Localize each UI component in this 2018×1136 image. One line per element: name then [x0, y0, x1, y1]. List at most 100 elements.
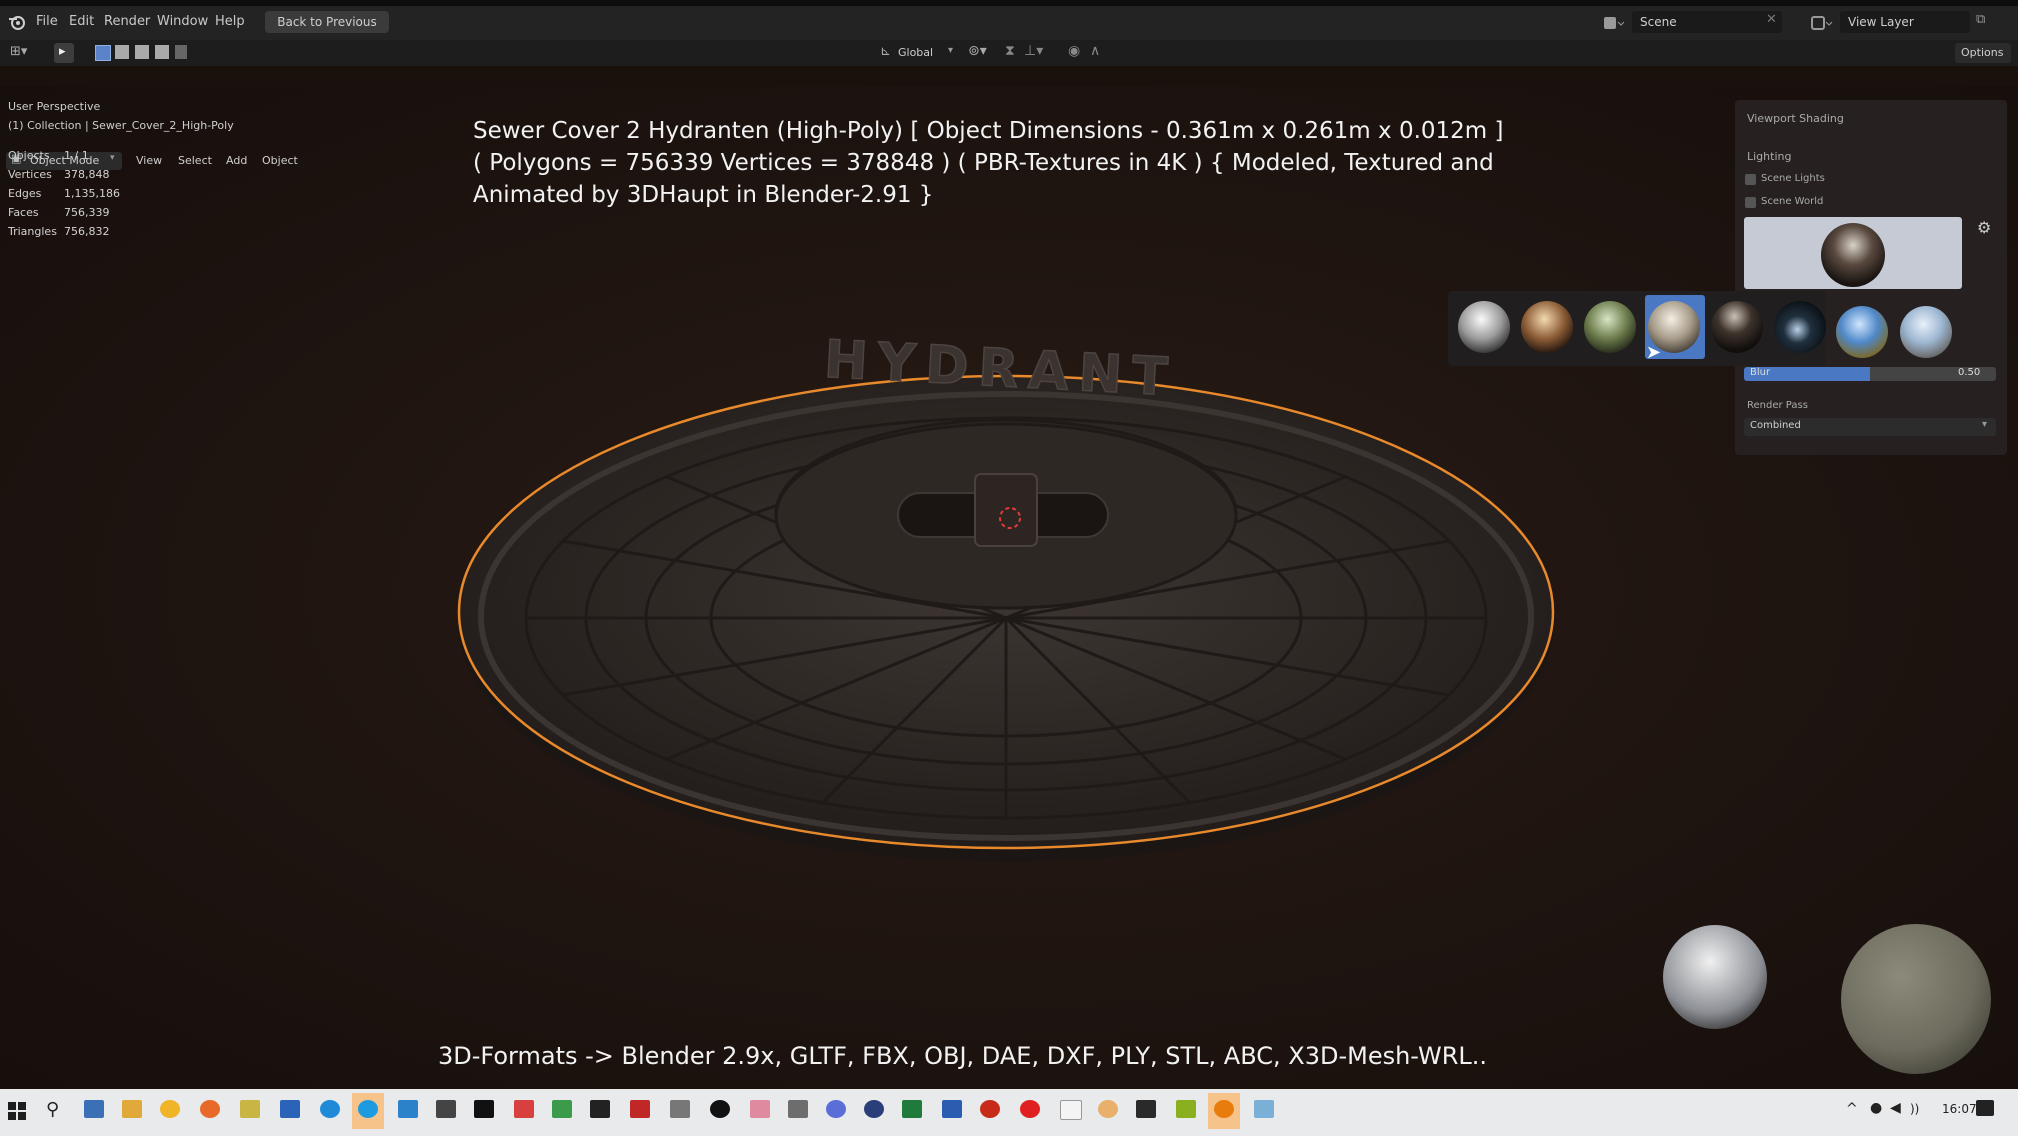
app-icon-1[interactable] — [160, 1100, 180, 1118]
skype-icon[interactable] — [320, 1100, 340, 1118]
viewport-scene: HYDRANT — [457, 329, 1991, 1074]
scene-name: Scene — [1640, 15, 1677, 29]
app-icon-14[interactable] — [1098, 1100, 1118, 1118]
select-invert-icon[interactable] — [155, 45, 169, 59]
hdri-preview-selector[interactable] — [1744, 217, 1962, 289]
title-line-3: Animated by 3DHaupt in Blender-2.91 } — [473, 182, 934, 208]
network-icon[interactable]: ● — [1870, 1100, 1882, 1116]
chevron-up-icon[interactable]: ^ — [1846, 1101, 1858, 1117]
excel-icon[interactable] — [902, 1100, 922, 1118]
app-icon-5[interactable] — [552, 1100, 572, 1118]
world-preview-ball — [1663, 925, 1767, 1029]
windows-taskbar: ⚲ ^ ● ◀ )) 16:07 — [0, 1089, 2018, 1136]
app-icon-8[interactable] — [670, 1100, 690, 1118]
blur-label: Blur — [1750, 367, 1771, 378]
hdri-options-extra — [1836, 306, 1952, 358]
select-intersect-icon[interactable] — [175, 45, 187, 59]
3d-viewport[interactable]: HYDRANT ▣ Object Mode ▾ View Select Add … — [0, 86, 2018, 1089]
gear-icon[interactable]: ⚙ — [1977, 218, 1991, 237]
pivot-point-icon[interactable]: ⊚▾ — [968, 43, 987, 59]
app-icon-6[interactable] — [590, 1100, 610, 1118]
stat-objects: Objects 1 / 1 — [8, 149, 89, 162]
material-preview-ball — [1841, 924, 1991, 1074]
hdri-option-interior[interactable] — [1521, 301, 1573, 353]
proportional-edit-icon[interactable]: ◉ — [1068, 43, 1080, 59]
active-collection-label: (1) Collection | Sewer_Cover_2_High-Poly — [8, 119, 234, 132]
app-icon-11[interactable] — [826, 1100, 846, 1118]
volume-level-icon[interactable]: )) — [1910, 1102, 1919, 1116]
app-icon-10[interactable] — [750, 1100, 770, 1118]
select-new-icon[interactable] — [95, 45, 111, 61]
hdri-options — [1458, 295, 1826, 359]
stat-vertices: Vertices 378,848 — [8, 168, 110, 181]
falloff-icon[interactable]: ∧ — [1090, 43, 1100, 59]
word-icon[interactable] — [942, 1100, 962, 1118]
menu-file[interactable]: File — [36, 14, 58, 29]
app-icon-9[interactable] — [710, 1100, 730, 1118]
scene-field[interactable]: Scene — [1632, 11, 1782, 33]
scene-close-icon[interactable]: ✕ — [1766, 12, 1777, 27]
hdri-preview-sphere — [1821, 223, 1885, 287]
lighting-label: Lighting — [1747, 150, 1792, 163]
app-icon-12[interactable] — [864, 1100, 884, 1118]
edge-icon[interactable] — [358, 1100, 378, 1118]
menu-edit[interactable]: Edit — [69, 14, 94, 29]
menu-window[interactable]: Window — [157, 14, 208, 29]
hdri-option-night[interactable] — [1711, 301, 1763, 353]
hdri-option-space[interactable] — [1774, 301, 1826, 353]
select-extend-icon[interactable] — [115, 45, 129, 59]
menu-view[interactable]: View — [136, 154, 162, 167]
menu-select[interactable]: Select — [178, 154, 212, 167]
view-layer-icon[interactable] — [1810, 14, 1834, 32]
scene-world-label: Scene World — [1761, 196, 1824, 207]
back-to-previous-label: Back to Previous — [277, 15, 377, 29]
outlook-icon[interactable] — [280, 1100, 300, 1118]
unity-icon[interactable] — [474, 1100, 494, 1118]
render-pass-dropdown[interactable]: Combined ▾ — [1744, 418, 1996, 436]
view-layer-field[interactable]: View Layer — [1840, 11, 1970, 33]
hdri-option-city[interactable] — [1458, 301, 1510, 353]
search-icon[interactable]: ⚲ — [46, 1099, 59, 1120]
hdri-option-forest[interactable] — [1584, 301, 1636, 353]
view-perspective-label: User Perspective — [8, 100, 101, 113]
windows-start-icon[interactable] — [8, 1102, 26, 1120]
mouse-cursor-icon: ➤ — [1646, 342, 1662, 363]
blender-taskbar-icon[interactable] — [1214, 1100, 1234, 1118]
app-icon-7[interactable] — [630, 1100, 650, 1118]
back-to-previous-button[interactable]: Back to Previous — [265, 11, 389, 33]
calculator-icon[interactable] — [788, 1100, 808, 1118]
options-dropdown[interactable]: Options — [1955, 43, 2011, 63]
save-app-icon[interactable] — [84, 1100, 104, 1118]
app-icon-16[interactable] — [1254, 1100, 1274, 1118]
opera-icon[interactable] — [1020, 1100, 1040, 1118]
scene-icon[interactable] — [1602, 14, 1624, 32]
app-icon-4[interactable] — [514, 1100, 534, 1118]
menu-render[interactable]: Render — [104, 14, 150, 29]
notifications-icon[interactable] — [1976, 1100, 1994, 1116]
app-icon-2[interactable] — [398, 1100, 418, 1118]
snap-target-icon[interactable]: ⊥▾ — [1024, 43, 1043, 59]
notepad-icon[interactable] — [1060, 1100, 1082, 1120]
snap-icon[interactable]: ⧗ — [1005, 43, 1015, 59]
menu-object[interactable]: Object — [262, 154, 298, 167]
app-icon-3[interactable] — [436, 1100, 456, 1118]
app-icon-13[interactable] — [980, 1100, 1000, 1118]
view-layer-add-icon[interactable]: ⧉ — [1976, 12, 1985, 27]
terminal-icon[interactable] — [1136, 1100, 1156, 1118]
menu-help[interactable]: Help — [215, 14, 245, 29]
blender-logo-icon[interactable] — [8, 13, 26, 31]
clock[interactable]: 16:07 — [1942, 1102, 1977, 1116]
select-tool-button[interactable]: ▸ — [54, 43, 74, 63]
file-explorer-icon[interactable] — [122, 1100, 142, 1118]
volume-icon[interactable]: ◀ — [1890, 1100, 1901, 1116]
hdri-option-sunset[interactable] — [1836, 306, 1888, 358]
orientation-dropdown[interactable]: ⊾ Global ▾ — [878, 43, 960, 63]
select-subtract-icon[interactable] — [135, 45, 149, 59]
notes-app-icon[interactable] — [240, 1100, 260, 1118]
app-icon-15[interactable] — [1176, 1100, 1196, 1118]
menu-add[interactable]: Add — [226, 154, 247, 167]
hdri-option-sky[interactable] — [1900, 306, 1952, 358]
firefox-icon[interactable] — [200, 1100, 220, 1118]
blur-slider[interactable]: Blur 0.50 — [1744, 367, 1996, 381]
editor-type-icon[interactable]: ⊞▾ — [10, 44, 27, 59]
